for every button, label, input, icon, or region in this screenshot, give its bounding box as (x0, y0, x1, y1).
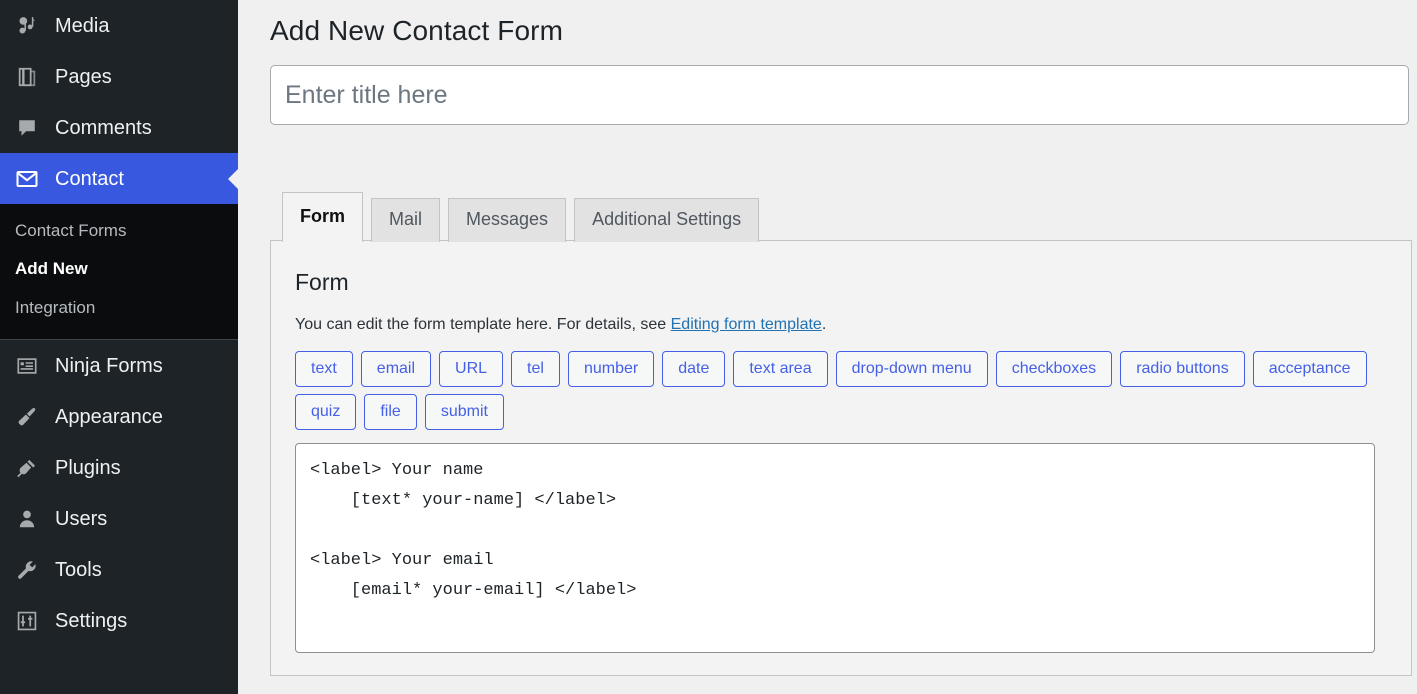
tag-button-checkboxes[interactable]: checkboxes (996, 351, 1113, 387)
sidebar-item-label: Media (55, 16, 109, 36)
paintbrush-icon (12, 406, 42, 428)
tag-button-number[interactable]: number (568, 351, 654, 387)
settings-tabs-region: Form Mail Messages Additional Settings F… (270, 191, 1412, 675)
sidebar-item-label: Ninja Forms (55, 356, 163, 376)
envelope-icon (12, 167, 42, 191)
comments-icon (12, 117, 42, 139)
sidebar-item-tools[interactable]: Tools (0, 544, 238, 595)
form-tag-buttons: text email URL tel number date text area… (295, 351, 1381, 430)
sidebar-item-comments[interactable]: Comments (0, 102, 238, 153)
form-title-input[interactable] (270, 65, 1409, 125)
sidebar-item-label: Appearance (55, 407, 163, 427)
sidebar-item-settings[interactable]: Settings (0, 595, 238, 646)
sidebar-item-media[interactable]: Media (0, 0, 238, 51)
tag-button-text-area[interactable]: text area (733, 351, 827, 387)
tag-button-submit[interactable]: submit (425, 394, 504, 430)
tab-form[interactable]: Form (282, 192, 363, 241)
page-title: Add New Contact Form (270, 13, 1417, 49)
sidebar-item-pages[interactable]: Pages (0, 51, 238, 102)
panel-description-period: . (822, 316, 826, 333)
form-template-textarea[interactable]: <label> Your name [text* your-name] </la… (295, 443, 1375, 653)
sidebar-item-label: Plugins (55, 458, 121, 478)
tag-button-file[interactable]: file (364, 394, 416, 430)
pages-icon (12, 66, 42, 88)
tab-messages[interactable]: Messages (448, 198, 566, 241)
panel-description-text: You can edit the form template here. For… (295, 316, 671, 333)
tag-button-date[interactable]: date (662, 351, 725, 387)
tag-button-tel[interactable]: tel (511, 351, 560, 387)
plug-icon (12, 457, 42, 479)
tag-button-acceptance[interactable]: acceptance (1253, 351, 1367, 387)
panel-description: You can edit the form template here. For… (295, 314, 1387, 336)
tag-button-radio-buttons[interactable]: radio buttons (1120, 351, 1245, 387)
sidebar-item-appearance[interactable]: Appearance (0, 391, 238, 442)
sliders-icon (12, 610, 42, 632)
submenu-item-contact-forms[interactable]: Contact Forms (0, 212, 238, 250)
sidebar-item-label: Tools (55, 560, 102, 580)
sidebar-item-label: Pages (55, 67, 112, 87)
sidebar-item-users[interactable]: Users (0, 493, 238, 544)
sidebar-item-label: Comments (55, 118, 152, 138)
tab-mail[interactable]: Mail (371, 198, 440, 241)
sidebar-item-label: Users (55, 509, 107, 529)
sidebar-item-ninja-forms[interactable]: Ninja Forms (0, 340, 238, 391)
sidebar-item-label: Settings (55, 611, 127, 631)
ninja-forms-icon (12, 355, 42, 377)
tag-button-url[interactable]: URL (439, 351, 503, 387)
user-icon (12, 508, 42, 530)
tag-button-email[interactable]: email (361, 351, 431, 387)
submenu-item-integration[interactable]: Integration (0, 289, 238, 327)
sidebar-item-label: Contact (55, 169, 124, 189)
tab-additional-settings[interactable]: Additional Settings (574, 198, 759, 241)
sidebar-item-contact[interactable]: Contact (0, 153, 238, 204)
title-input-wrapper (270, 65, 1409, 125)
submenu-item-add-new[interactable]: Add New (0, 250, 238, 288)
editing-form-template-link[interactable]: Editing form template (671, 316, 822, 333)
sidebar-item-plugins[interactable]: Plugins (0, 442, 238, 493)
wrench-icon (12, 559, 42, 581)
main-content: Add New Contact Form Form Mail Messages … (238, 0, 1417, 694)
tag-button-text[interactable]: text (295, 351, 353, 387)
admin-sidebar: Media Pages Comments (0, 0, 238, 694)
wordpress-admin-screen: Media Pages Comments (0, 0, 1417, 694)
contact-submenu: Contact Forms Add New Integration (0, 204, 238, 339)
tag-button-drop-down-menu[interactable]: drop-down menu (836, 351, 988, 387)
panel-heading: Form (295, 268, 1387, 298)
form-panel: Form You can edit the form template here… (270, 240, 1412, 676)
settings-tabs: Form Mail Messages Additional Settings (270, 191, 1412, 240)
media-icon (12, 15, 42, 37)
tag-button-quiz[interactable]: quiz (295, 394, 356, 430)
